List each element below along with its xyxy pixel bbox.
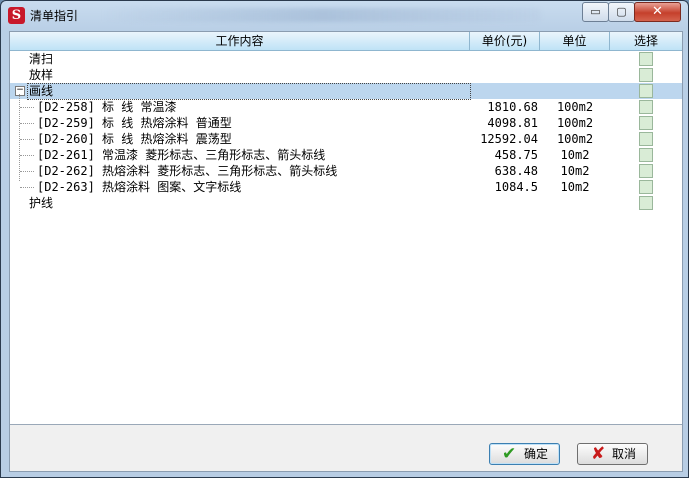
select-checkbox[interactable] (639, 100, 653, 114)
column-header-price[interactable]: 单价(元) (470, 32, 540, 50)
tree-branch (20, 171, 34, 172)
item-name: [D2-261] 常温漆 菱形标志、三角形标志、箭头标线 (37, 148, 326, 162)
item-price: 12592.04 (480, 132, 538, 146)
item-unit: 10m2 (560, 180, 590, 194)
item-name: [D2-263] 热熔涂料 图案、文字标线 (37, 180, 242, 194)
select-checkbox[interactable] (639, 68, 653, 82)
minimize-button[interactable]: ▭ (582, 2, 609, 22)
item-price: 4098.81 (487, 116, 538, 130)
title-bar[interactable]: S 清单指引 ▭ ▢ ✕ (1, 1, 688, 29)
dialog-window: S 清单指引 ▭ ▢ ✕ 工作内容 单价(元) 单位 选择 清扫 放样 − 画线… (0, 0, 689, 478)
select-checkbox[interactable] (639, 164, 653, 178)
table-header: 工作内容 单价(元) 单位 选择 (10, 32, 682, 51)
select-checkbox[interactable] (639, 84, 653, 98)
select-checkbox[interactable] (639, 148, 653, 162)
item-price: 458.75 (494, 148, 538, 162)
table-row[interactable]: [D2-258] 标 线 常温漆 1810.68 100m2 (10, 99, 682, 115)
guide-table: 工作内容 单价(元) 单位 选择 清扫 放样 − 画线 [D2-258] 标 线… (10, 32, 682, 425)
select-checkbox[interactable] (639, 116, 653, 130)
cross-icon: ✘ (591, 444, 606, 464)
column-header-work[interactable]: 工作内容 (10, 32, 470, 50)
table-row[interactable]: [D2-263] 热熔涂料 图案、文字标线 1084.5 10m2 (10, 179, 682, 195)
item-name: [D2-262] 热熔涂料 菱形标志、三角形标志、箭头标线 (37, 164, 338, 178)
column-header-select[interactable]: 选择 (610, 32, 682, 50)
close-button[interactable]: ✕ (634, 2, 681, 22)
checkmark-icon: ✔ (502, 444, 517, 464)
table-row[interactable]: 放样 (10, 67, 682, 83)
item-unit: 100m2 (556, 100, 594, 114)
ok-label: 确定 (524, 447, 549, 461)
select-checkbox[interactable] (639, 132, 653, 146)
cancel-button[interactable]: ✘ 取消 (577, 443, 648, 465)
item-unit: 10m2 (560, 164, 590, 178)
item-name: [D2-260] 标 线 热熔涂料 震荡型 (37, 132, 232, 146)
tree-branch (20, 187, 34, 188)
item-price: 1810.68 (487, 100, 538, 114)
table-row[interactable]: 清扫 (10, 51, 682, 67)
column-header-unit[interactable]: 单位 (540, 32, 610, 50)
item-unit: 10m2 (560, 148, 590, 162)
collapse-icon[interactable]: − (15, 86, 25, 96)
item-name: [D2-259] 标 线 热熔涂料 普通型 (37, 116, 232, 130)
table-row[interactable]: 护线 (10, 195, 682, 211)
select-checkbox[interactable] (639, 180, 653, 194)
group-label: 画线 (29, 84, 54, 98)
group-label: 护线 (29, 196, 54, 210)
table-row[interactable]: [D2-262] 热熔涂料 菱形标志、三角形标志、箭头标线 638.48 10m… (10, 163, 682, 179)
tree-branch (20, 107, 34, 108)
group-label: 放样 (29, 68, 54, 82)
table-row-selected[interactable]: − 画线 (10, 83, 682, 100)
select-checkbox[interactable] (639, 196, 653, 210)
item-unit: 100m2 (556, 116, 594, 130)
tree-branch (20, 123, 34, 124)
window-title: 清单指引 (30, 9, 79, 23)
maximize-icon: ▢ (616, 5, 627, 18)
tree-branch (20, 155, 34, 156)
ok-button[interactable]: ✔ 确定 (489, 443, 560, 465)
select-checkbox[interactable] (639, 52, 653, 66)
tree-branch (20, 139, 34, 140)
focus-box (27, 83, 471, 100)
dialog-content: 工作内容 单价(元) 单位 选择 清扫 放样 − 画线 [D2-258] 标 线… (9, 31, 683, 472)
item-price: 1084.5 (494, 180, 538, 194)
table-row[interactable]: [D2-259] 标 线 热熔涂料 普通型 4098.81 100m2 (10, 115, 682, 131)
cancel-label: 取消 (612, 447, 637, 461)
maximize-button[interactable]: ▢ (608, 2, 635, 22)
item-unit: 100m2 (556, 132, 594, 146)
table-row[interactable]: [D2-260] 标 线 热熔涂料 震荡型 12592.04 100m2 (10, 131, 682, 147)
background-blur (101, 8, 541, 22)
group-label: 清扫 (29, 52, 54, 66)
table-row[interactable]: [D2-261] 常温漆 菱形标志、三角形标志、箭头标线 458.75 10m2 (10, 147, 682, 163)
close-icon: ✕ (652, 4, 663, 19)
item-name: [D2-258] 标 线 常温漆 (37, 100, 177, 114)
app-logo-icon: S (8, 7, 25, 24)
minimize-icon: ▭ (590, 5, 601, 18)
item-price: 638.48 (494, 164, 538, 178)
